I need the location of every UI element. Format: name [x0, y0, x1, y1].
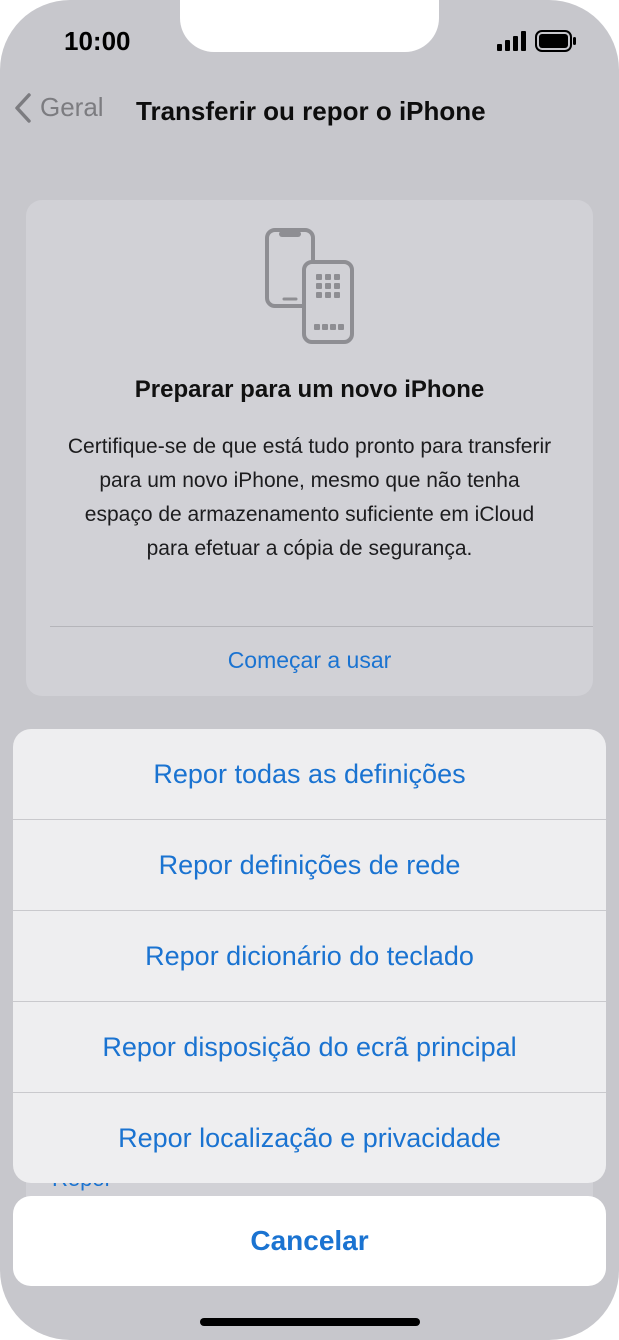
chevron-left-icon: [15, 92, 31, 123]
back-label: Geral: [40, 92, 104, 122]
card-divider: [50, 626, 593, 627]
transfer-phones-icon: [265, 228, 354, 344]
status-time: 10:00: [64, 26, 131, 56]
notch: [180, 0, 439, 52]
prepare-new-iphone-card: Preparar para um novo iPhone Certifique-…: [26, 200, 593, 696]
card-description: Certifique-se de que está tudo pronto pa…: [67, 435, 552, 560]
status-icons: [497, 30, 577, 52]
card-title: Preparar para um novo iPhone: [134, 376, 485, 403]
back-button[interactable]: Geral: [14, 92, 104, 123]
navigation-bar: Geral Transferir ou repor o iPhone: [0, 84, 619, 138]
reset-action-sheet: Repor todas as definições Repor definiçõ…: [13, 729, 606, 1183]
reset-keyboard-dictionary-button[interactable]: Repor dicionário do teclado: [13, 910, 606, 1001]
reset-network-settings-button[interactable]: Repor definições de rede: [13, 819, 606, 910]
phone-screen: 10:00 Geral Transferir ou repor o iPhone: [0, 0, 619, 1340]
reset-location-privacy-button[interactable]: Repor localização e privacidade: [13, 1092, 606, 1183]
signal-icon: [497, 31, 526, 51]
reset-all-settings-button[interactable]: Repor todas as definições: [13, 729, 606, 819]
home-indicator[interactable]: [200, 1318, 420, 1326]
reset-home-screen-layout-button[interactable]: Repor disposição do ecrã principal: [13, 1001, 606, 1092]
page-title: Transferir ou repor o iPhone: [136, 96, 486, 126]
get-started-link[interactable]: Começar a usar: [26, 647, 593, 674]
battery-icon: [535, 30, 576, 52]
cancel-button[interactable]: Cancelar: [13, 1196, 606, 1286]
